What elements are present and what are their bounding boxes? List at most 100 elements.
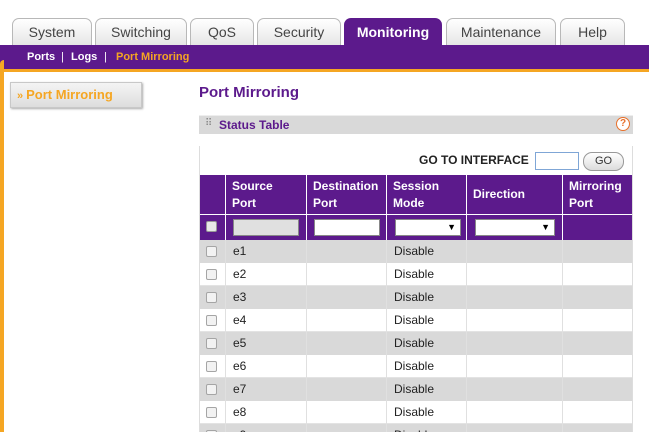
header-direction: Direction bbox=[467, 175, 563, 214]
go-button[interactable]: GO bbox=[583, 152, 624, 171]
cell-source-port: e8 bbox=[226, 401, 307, 424]
subnav-port-mirroring[interactable]: Port Mirroring bbox=[116, 45, 189, 69]
row-select-cell bbox=[200, 240, 226, 263]
header-select-column bbox=[200, 175, 226, 214]
direction-select[interactable]: ▼ bbox=[475, 219, 555, 236]
table-row: e7 Disable bbox=[200, 378, 632, 401]
cell-direction bbox=[467, 378, 563, 401]
cell-destination-port bbox=[307, 286, 387, 309]
cell-mirroring-port bbox=[563, 424, 632, 432]
row-checkbox[interactable] bbox=[206, 246, 217, 257]
row-select-cell bbox=[200, 286, 226, 309]
goto-interface-label: GO TO INTERFACE bbox=[419, 153, 529, 167]
goto-interface-input[interactable] bbox=[535, 152, 579, 170]
cell-destination-port bbox=[307, 401, 387, 424]
cell-destination-port bbox=[307, 263, 387, 286]
table-header: Source Port Destination Port Session Mod… bbox=[200, 175, 632, 214]
select-all-checkbox[interactable] bbox=[206, 221, 217, 232]
cell-source-port: e4 bbox=[226, 309, 307, 332]
cell-session-mode: Disable bbox=[387, 378, 467, 401]
source-port-field bbox=[233, 219, 299, 236]
row-select-cell bbox=[200, 378, 226, 401]
left-accent-edge bbox=[0, 60, 4, 432]
cell-direction bbox=[467, 332, 563, 355]
cell-source-port: e7 bbox=[226, 378, 307, 401]
row-select-cell bbox=[200, 424, 226, 432]
row-select-cell bbox=[200, 355, 226, 378]
page-title: Port Mirroring bbox=[199, 84, 299, 101]
table-row: e4 Disable bbox=[200, 309, 632, 332]
table-row: e1 Disable bbox=[200, 240, 632, 263]
cell-destination-port bbox=[307, 309, 387, 332]
cell-direction bbox=[467, 263, 563, 286]
row-checkbox[interactable] bbox=[206, 269, 217, 280]
row-checkbox[interactable] bbox=[206, 407, 217, 418]
row-select-cell bbox=[200, 332, 226, 355]
tab-qos[interactable]: QoS bbox=[190, 18, 254, 45]
cell-mirroring-port bbox=[563, 355, 632, 378]
cell-mirroring-port bbox=[563, 309, 632, 332]
cell-source-port: e3 bbox=[226, 286, 307, 309]
table-row: e8 Disable bbox=[200, 401, 632, 424]
table-row: e6 Disable bbox=[200, 355, 632, 378]
cell-destination-port bbox=[307, 355, 387, 378]
table-row: e5 Disable bbox=[200, 332, 632, 355]
table-row: e2 Disable bbox=[200, 263, 632, 286]
row-checkbox[interactable] bbox=[206, 384, 217, 395]
header-source-port: Source Port bbox=[226, 175, 307, 214]
filter-select-cell bbox=[200, 215, 226, 240]
sub-navigation: Ports | Logs | Port Mirroring bbox=[0, 45, 649, 69]
cell-mirroring-port bbox=[563, 286, 632, 309]
cell-session-mode: Disable bbox=[387, 263, 467, 286]
cell-source-port: e1 bbox=[226, 240, 307, 263]
row-checkbox[interactable] bbox=[206, 315, 217, 326]
cell-mirroring-port bbox=[563, 378, 632, 401]
cell-session-mode: Disable bbox=[387, 355, 467, 378]
cell-source-port: e6 bbox=[226, 355, 307, 378]
grip-icon: ⠿ bbox=[205, 118, 213, 129]
cell-session-mode: Disable bbox=[387, 424, 467, 432]
tab-help[interactable]: Help bbox=[560, 18, 625, 45]
section-title: Status Table bbox=[219, 118, 290, 132]
header-destination-port: Destination Port bbox=[307, 175, 387, 214]
cell-direction bbox=[467, 401, 563, 424]
filter-mode-cell: ▼ bbox=[387, 215, 467, 240]
cell-direction bbox=[467, 309, 563, 332]
chevron-down-icon: ▼ bbox=[447, 222, 456, 232]
row-checkbox[interactable] bbox=[206, 292, 217, 303]
cell-destination-port bbox=[307, 424, 387, 432]
row-checkbox[interactable] bbox=[206, 338, 217, 349]
help-icon[interactable]: ? bbox=[616, 117, 630, 131]
destination-port-field[interactable] bbox=[314, 219, 380, 236]
header-mirroring-port: Mirroring Port bbox=[569, 179, 622, 210]
chevron-down-icon: » bbox=[17, 90, 24, 102]
cell-mirroring-port bbox=[563, 240, 632, 263]
filter-mirroring-cell bbox=[563, 215, 632, 240]
cell-direction bbox=[467, 286, 563, 309]
cell-direction bbox=[467, 424, 563, 432]
cell-session-mode: Disable bbox=[387, 401, 467, 424]
tab-security[interactable]: Security bbox=[257, 18, 341, 45]
subnav-ports[interactable]: Ports bbox=[27, 45, 55, 69]
row-select-cell bbox=[200, 263, 226, 286]
tab-maintenance[interactable]: Maintenance bbox=[446, 18, 556, 45]
subnav-logs[interactable]: Logs bbox=[71, 45, 97, 69]
cell-mirroring-port bbox=[563, 263, 632, 286]
sidebar-item-label: Port Mirroring bbox=[26, 87, 113, 102]
cell-destination-port bbox=[307, 378, 387, 401]
table-row: e9 Disable bbox=[200, 424, 632, 432]
header-session-mode: Session Mode bbox=[387, 175, 467, 214]
subnav-separator: | bbox=[61, 51, 64, 63]
session-mode-select[interactable]: ▼ bbox=[395, 219, 461, 236]
sidebar-item-port-mirroring[interactable]: » Port Mirroring bbox=[10, 82, 142, 108]
cell-session-mode: Disable bbox=[387, 309, 467, 332]
row-select-cell bbox=[200, 401, 226, 424]
section-header[interactable]: ⠿ Status Table bbox=[199, 115, 633, 134]
cell-destination-port bbox=[307, 332, 387, 355]
tab-switching[interactable]: Switching bbox=[95, 18, 187, 45]
chevron-down-icon: ▼ bbox=[541, 222, 550, 232]
row-checkbox[interactable] bbox=[206, 361, 217, 372]
tab-monitoring[interactable]: Monitoring bbox=[344, 18, 442, 45]
tab-system[interactable]: System bbox=[12, 18, 92, 45]
cell-mirroring-port bbox=[563, 401, 632, 424]
